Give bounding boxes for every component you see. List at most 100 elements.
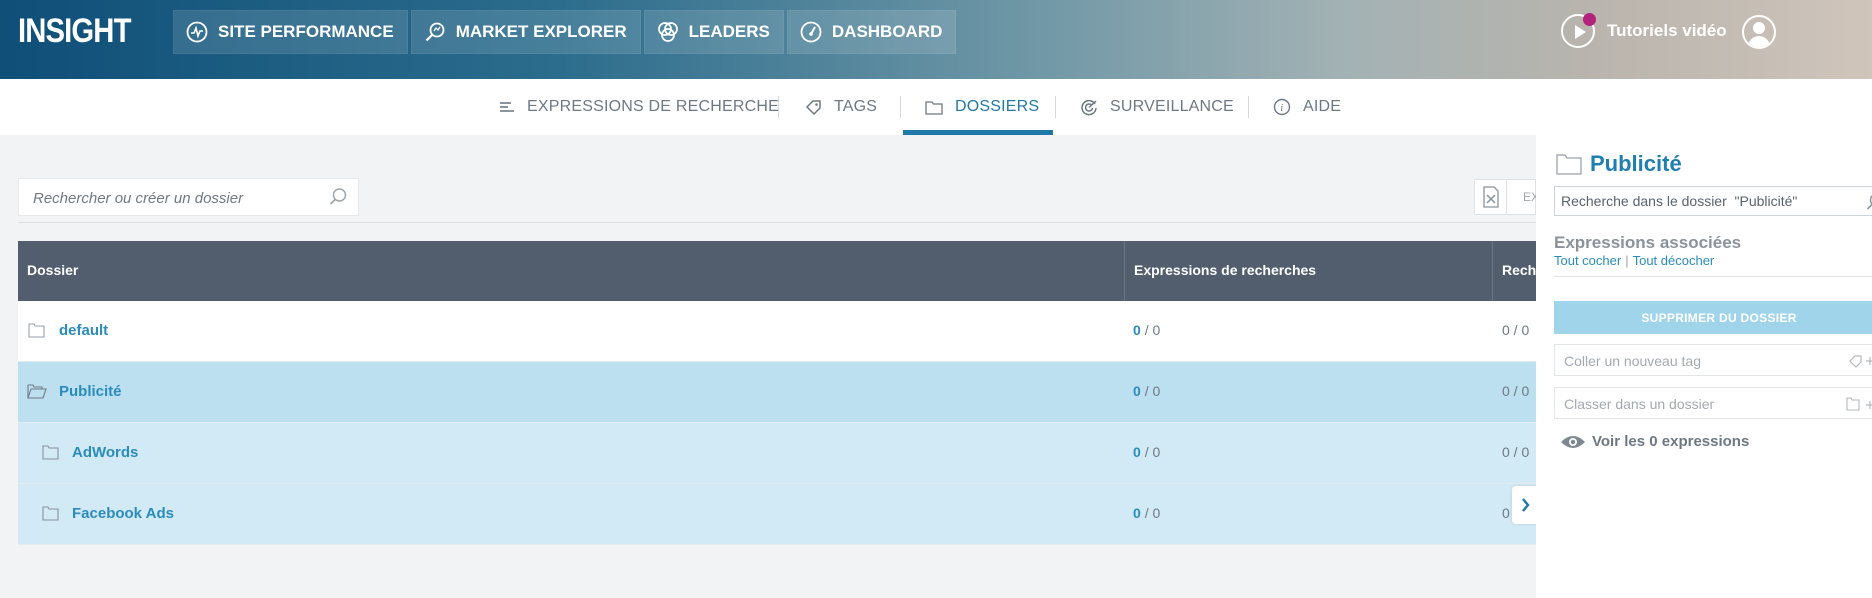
- info-icon: i: [1273, 98, 1291, 116]
- table-row[interactable]: default 0 / 0 0 / 0: [18, 301, 1536, 362]
- rech-count: 0 / 0: [1502, 383, 1530, 399]
- activity-icon: [186, 21, 208, 43]
- tab-label: DOSSIERS: [955, 98, 1040, 115]
- table-row[interactable]: Facebook Ads 0 / 0 0: [18, 484, 1536, 545]
- table-row[interactable]: AdWords 0 / 0 0 / 0: [18, 423, 1536, 484]
- tab-surveillance[interactable]: SURVEILLANCE: [1080, 79, 1234, 135]
- tab-expressions[interactable]: EXPRESSIONS DE RECHERCHE: [499, 79, 779, 135]
- classify-folder-placeholder: Classer dans un dossier: [1564, 396, 1715, 412]
- expressions-list[interactable]: [1554, 271, 1872, 277]
- expressions-total: / 0: [1144, 505, 1161, 521]
- add-folder-icon[interactable]: [1846, 396, 1872, 412]
- expressions-selected: 0: [1133, 322, 1141, 338]
- divider: [18, 222, 1536, 223]
- svg-text:i: i: [1280, 103, 1283, 114]
- rech-count: 0: [1502, 505, 1510, 521]
- table-header: Dossier Expressions de recherches Rech: [18, 241, 1536, 301]
- panel-search-value: Recherche dans le dossier "Publicité": [1561, 193, 1798, 209]
- column-divider: [1124, 241, 1125, 301]
- tab-divider: [1055, 96, 1056, 118]
- folder-name[interactable]: default: [59, 322, 108, 339]
- play-icon: [1561, 13, 1596, 48]
- nav-label: DASHBOARD: [831, 22, 943, 41]
- panel-toggle-button[interactable]: [1512, 486, 1538, 524]
- tab-label: SURVEILLANCE: [1110, 98, 1234, 115]
- excel-export-button[interactable]: [1475, 180, 1507, 214]
- new-tag-placeholder: Coller un nouveau tag: [1564, 353, 1701, 369]
- nav-label: SITE PERFORMANCE: [218, 22, 394, 41]
- folder-name[interactable]: Publicité: [59, 383, 122, 400]
- table-row[interactable]: Publicité 0 / 0 0 / 0: [18, 362, 1536, 423]
- folders-table: Dossier Expressions de recherches Rech d…: [18, 241, 1536, 545]
- tab-aide[interactable]: i AIDE: [1273, 79, 1341, 135]
- open-folder-icon: [27, 384, 47, 399]
- column-header-expressions[interactable]: Expressions de recherches: [1134, 262, 1316, 278]
- folder-name[interactable]: AdWords: [72, 444, 138, 461]
- add-tag-icon[interactable]: [1848, 353, 1872, 369]
- search-icon[interactable]: [328, 187, 348, 207]
- nav-market-explorer[interactable]: MARKET EXPLORER: [410, 10, 641, 54]
- view-expressions-link[interactable]: Voir les 0 expressions: [1560, 433, 1749, 450]
- tab-label: TAGS: [834, 98, 878, 115]
- nav-leaders[interactable]: LEADERS: [643, 10, 784, 54]
- expressions-count: 0 / 0: [1133, 383, 1160, 399]
- nav-dashboard[interactable]: DASHBOARD: [786, 10, 957, 54]
- circles-icon: [657, 22, 678, 42]
- expressions-count: 0 / 0: [1133, 322, 1160, 338]
- rech-count: 0 / 0: [1502, 444, 1530, 460]
- uncheck-all-link[interactable]: Tout décocher: [1633, 253, 1715, 268]
- tab-tags[interactable]: TAGS: [805, 79, 877, 135]
- section-tabs: EXPRESSIONS DE RECHERCHE TAGS DOSSIERS S…: [0, 79, 1872, 135]
- column-header-dossier[interactable]: Dossier: [27, 262, 78, 278]
- tab-dossiers[interactable]: DOSSIERS: [925, 79, 1039, 135]
- expressions-total: / 0: [1144, 444, 1161, 460]
- nav-label: LEADERS: [688, 22, 770, 41]
- tutorials-link[interactable]: Tutoriels vidéo: [1561, 13, 1727, 48]
- folder-search-input[interactable]: Rechercher ou créer un dossier: [18, 178, 359, 216]
- column-header-rech[interactable]: Rech: [1502, 262, 1536, 278]
- tab-divider: [900, 96, 901, 118]
- panel-title: Publicité: [1556, 151, 1682, 177]
- folder-icon: [42, 445, 59, 460]
- excel-file-icon: [1483, 186, 1499, 208]
- expressions-total: / 0: [1144, 383, 1161, 399]
- link-separator: |: [1625, 253, 1629, 268]
- tab-label: EXPRESSIONS DE RECHERCHE: [527, 98, 779, 115]
- expressions-selected: 0: [1133, 383, 1141, 399]
- tab-divider: [1248, 96, 1249, 118]
- nav-site-performance[interactable]: SITE PERFORMANCE: [173, 10, 408, 54]
- chevron-right-icon: [1522, 498, 1530, 512]
- folder-detail-panel: Publicité Recherche dans le dossier "Pub…: [1536, 135, 1872, 598]
- tutorials-label: Tutoriels vidéo: [1607, 21, 1727, 40]
- app-logo[interactable]: INSIGHT: [18, 12, 131, 51]
- view-expressions-label: Voir les 0 expressions: [1592, 433, 1750, 450]
- panel-title-text: Publicité: [1590, 151, 1682, 176]
- folder-icon: [42, 506, 59, 521]
- check-all-link[interactable]: Tout cocher: [1554, 253, 1621, 268]
- folder-name[interactable]: Facebook Ads: [72, 505, 174, 522]
- folder-icon: [925, 100, 943, 115]
- classify-folder-input[interactable]: Classer dans un dossier: [1554, 387, 1872, 419]
- list-icon: [500, 102, 514, 112]
- eye-icon: [1561, 435, 1585, 448]
- panel-search-input[interactable]: Recherche dans le dossier "Publicité": [1554, 186, 1872, 216]
- expressions-total: / 0: [1144, 322, 1161, 338]
- gauge-icon: [800, 21, 822, 43]
- column-divider: [1492, 241, 1493, 301]
- rech-count: 0 / 0: [1502, 322, 1530, 338]
- new-tag-input[interactable]: Coller un nouveau tag: [1554, 344, 1872, 376]
- search-placeholder: Rechercher ou créer un dossier: [33, 190, 244, 207]
- associated-expressions-heading: Expressions associées: [1554, 233, 1742, 252]
- expressions-selected: 0: [1133, 444, 1141, 460]
- check-links: Tout cocher | Tout décocher: [1554, 253, 1714, 268]
- search-icon[interactable]: [1865, 192, 1872, 212]
- top-header: INSIGHT SITE PERFORMANCE MARKET EXPLORER…: [0, 0, 1872, 79]
- active-tab-indicator: [903, 130, 1053, 135]
- radar-icon: [1081, 99, 1097, 116]
- user-avatar-icon[interactable]: [1742, 15, 1776, 49]
- nav-label: MARKET EXPLORER: [455, 22, 627, 41]
- folder-icon: [28, 323, 45, 338]
- remove-from-folder-button[interactable]: SUPPRIMER DU DOSSIER: [1554, 301, 1872, 334]
- tag-icon: [805, 99, 821, 115]
- expressions-count: 0 / 0: [1133, 505, 1160, 521]
